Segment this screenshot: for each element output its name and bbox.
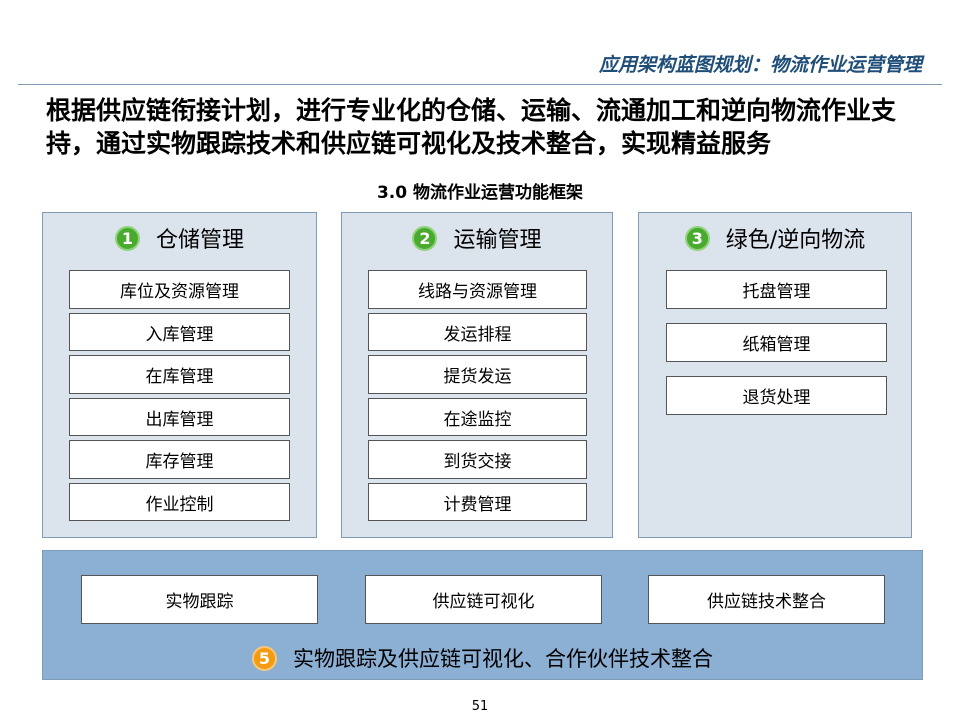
function-box: 发运排程 [368,313,587,351]
function-box: 纸箱管理 [666,323,887,362]
function-box: 库位及资源管理 [69,270,290,309]
module-header: 2 运输管理 [342,221,612,255]
function-box: 出库管理 [69,398,290,436]
function-box: 提货发运 [368,355,587,394]
function-box: 到货交接 [368,440,587,479]
integration-band: 实物跟踪 供应链可视化 供应链技术整合 5 实物跟踪及供应链可视化、合作伙伴技术… [42,550,923,680]
integration-title: 实物跟踪及供应链可视化、合作伙伴技术整合 [293,647,713,671]
function-box: 在库管理 [69,355,290,394]
framework-title: 3.0 物流作业运营功能框架 [376,183,584,203]
function-box: 线路与资源管理 [368,270,587,309]
module-title: 运输管理 [453,228,542,253]
headline: 根据供应链衔接计划，进行专业化的仓储、运输、流通加工和逆向物流作业支持，通过实物… [46,96,897,158]
page-number: 51 [471,699,489,714]
module-title: 绿色/逆向物流 [725,228,866,253]
function-box: 退货处理 [666,376,887,415]
number-badge: 2 [412,225,438,251]
module-warehouse: 1 仓储管理 库位及资源管理 入库管理 在库管理 出库管理 库存管理 作业控制 [42,212,317,538]
function-box: 托盘管理 [666,270,887,309]
header-divider [18,84,942,85]
function-box: 供应链可视化 [365,575,602,624]
function-box: 作业控制 [69,483,290,521]
integration-summary: 5 实物跟踪及供应链可视化、合作伙伴技术整合 [43,641,922,675]
function-box: 在途监控 [368,398,587,436]
number-badge: 1 [114,225,140,251]
section-title: 应用架构蓝图规划：物流作业运营管理 [598,54,922,76]
function-box: 入库管理 [69,313,290,351]
number-badge: 3 [684,225,710,251]
function-box: 实物跟踪 [81,575,318,624]
module-header: 3 绿色/逆向物流 [639,221,911,255]
module-header: 1 仓储管理 [43,221,316,255]
function-box: 库存管理 [69,440,290,479]
function-box: 计费管理 [368,483,587,521]
module-transport: 2 运输管理 线路与资源管理 发运排程 提货发运 在途监控 到货交接 计费管理 [341,212,613,538]
function-box: 供应链技术整合 [648,575,885,624]
module-title: 仓储管理 [155,228,244,253]
module-reverse-logistics: 3 绿色/逆向物流 托盘管理 纸箱管理 退货处理 [638,212,912,538]
number-badge: 5 [252,645,277,671]
